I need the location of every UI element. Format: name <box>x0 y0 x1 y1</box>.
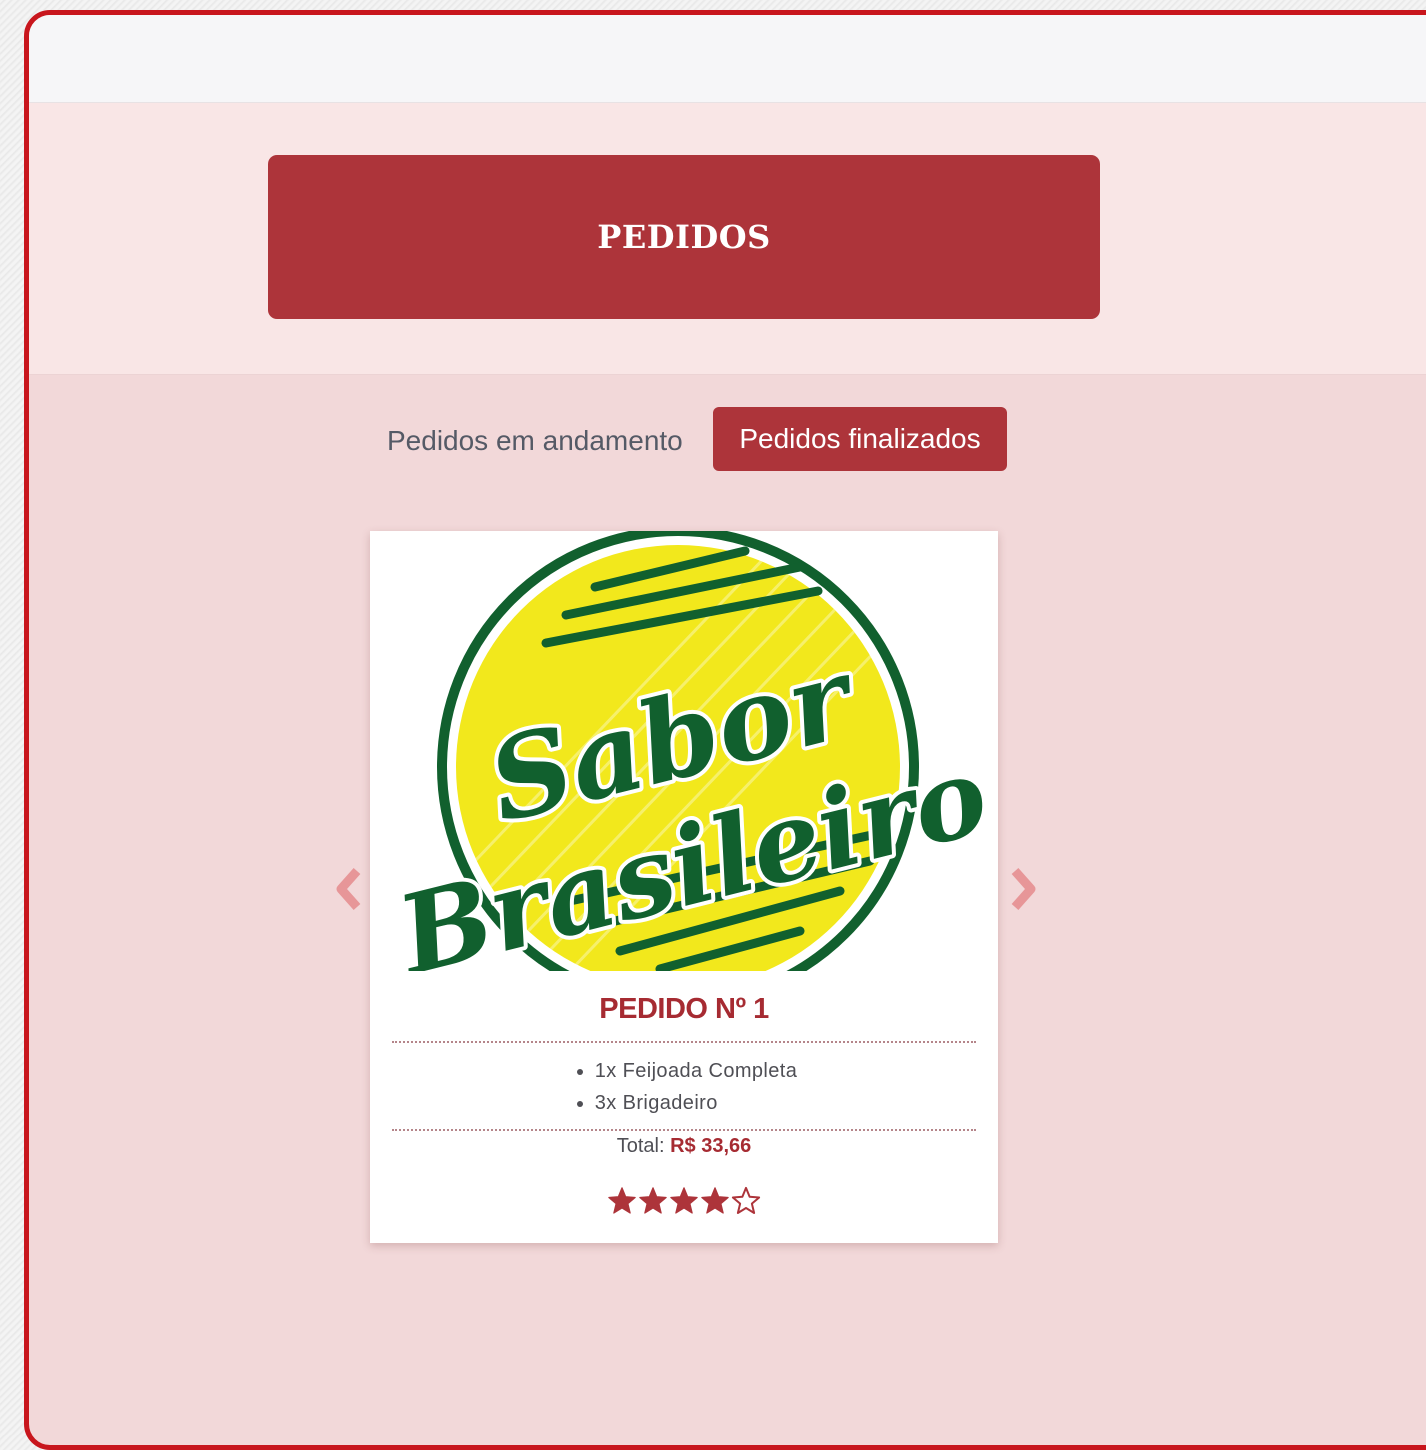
list-item: 1x Feijoada Completa <box>595 1055 798 1087</box>
star-empty-icon[interactable] <box>731 1186 761 1216</box>
order-card: Sabor Brasileiro Sabor Brasileiro PEDIDO… <box>370 531 998 1243</box>
star-filled-icon[interactable] <box>638 1186 668 1216</box>
app-frame: PEDIDOS Pedidos em andamento Pedidos fin… <box>24 10 1426 1450</box>
restaurant-logo: Sabor Brasileiro Sabor Brasileiro <box>370 531 998 971</box>
divider <box>392 1129 976 1131</box>
chevron-right-icon[interactable] <box>1005 865 1041 913</box>
star-rating[interactable] <box>370 1186 998 1216</box>
order-title: PEDIDO Nº 1 <box>599 993 769 1025</box>
star-filled-icon[interactable] <box>700 1186 730 1216</box>
divider <box>392 1041 976 1043</box>
page-title: PEDIDOS <box>597 218 771 256</box>
order-items: 1x Feijoada Completa 3x Brigadeiro <box>370 1055 998 1119</box>
header-section: PEDIDOS <box>29 103 1426 375</box>
total-value: R$ 33,66 <box>670 1135 752 1157</box>
tab-pedidos-finalizados[interactable]: Pedidos finalizados <box>713 407 1007 471</box>
total-label: Total: <box>616 1135 665 1157</box>
order-total: Total: R$ 33,66 <box>370 1135 998 1158</box>
star-filled-icon[interactable] <box>607 1186 637 1216</box>
list-item: 3x Brigadeiro <box>595 1087 798 1119</box>
top-bar <box>29 15 1426 103</box>
chevron-left-icon[interactable] <box>331 865 367 913</box>
tab-pedidos-em-andamento[interactable]: Pedidos em andamento <box>373 409 703 473</box>
page-title-banner: PEDIDOS <box>268 155 1100 319</box>
star-filled-icon[interactable] <box>669 1186 699 1216</box>
